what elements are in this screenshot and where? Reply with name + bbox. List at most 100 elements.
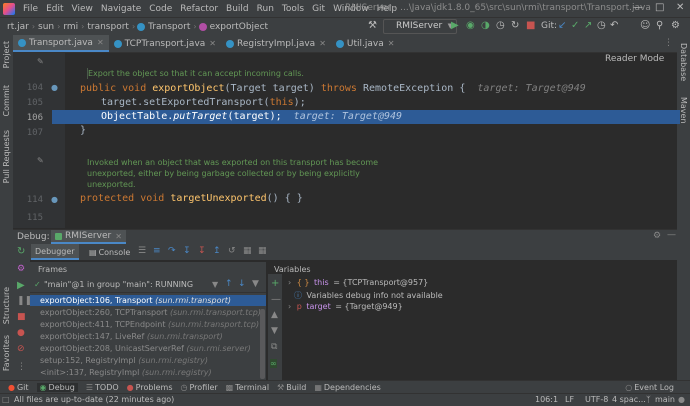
add-watch-icon[interactable]: +	[271, 278, 279, 289]
list-item[interactable]: exportObject:106, Transport (sun.rmi.tra…	[30, 295, 266, 306]
menu-build[interactable]: Build	[222, 4, 253, 14]
git-commit-icon[interactable]: ✓	[571, 20, 579, 31]
close-icon[interactable]: ✕	[319, 39, 326, 48]
minimize-icon[interactable]: —	[633, 2, 643, 13]
stop-icon[interactable]: ■	[17, 312, 26, 322]
step-over-icon[interactable]: ↷	[168, 246, 176, 256]
rerun-icon[interactable]: ↻	[511, 20, 519, 31]
mute-breakpoints-icon[interactable]: ⊘	[17, 344, 25, 354]
menu-git[interactable]: Git	[308, 4, 329, 14]
menu-refactor[interactable]: Refactor	[176, 4, 222, 14]
crumb-class[interactable]: Transport	[147, 22, 191, 32]
pull-requests-tool-button[interactable]: Pull Requests	[2, 130, 11, 183]
close-icon[interactable]: ✕	[388, 39, 395, 48]
user-icon[interactable]: ☺	[640, 20, 650, 31]
view-breakpoints-icon[interactable]: ●	[17, 328, 25, 338]
lock-icon[interactable]: ●	[678, 395, 685, 404]
run-config-select[interactable]: RMIServer ▼	[383, 19, 457, 34]
commit-tool-button[interactable]: Commit	[2, 85, 11, 116]
modify-run-config-icon[interactable]: ⚙	[17, 264, 25, 274]
crumb-rt-jar[interactable]: rt.jar	[6, 22, 30, 32]
tool-build[interactable]: ⚒ Build	[277, 383, 306, 392]
list-item[interactable]: setup:152, RegistryImpl (sun.rmi.registr…	[30, 355, 266, 366]
hammer-icon[interactable]: ⚒	[368, 20, 377, 31]
git-push-icon[interactable]: ↗	[584, 20, 592, 31]
git-branch[interactable]: main	[655, 395, 675, 404]
force-step-into-icon[interactable]: ↧	[198, 246, 206, 256]
menu-run[interactable]: Run	[253, 4, 278, 14]
favorites-tool-button[interactable]: Favorites	[2, 335, 11, 371]
git-update-icon[interactable]: ↙	[558, 20, 566, 31]
tab-console[interactable]: ▤ Console	[85, 244, 134, 260]
tab-registryimpl-java[interactable]: RegistryImpl.java ✕	[221, 35, 331, 52]
indent-setting[interactable]: 4 spac...	[612, 395, 646, 404]
arrow-up-icon[interactable]: ↑	[225, 279, 233, 289]
file-encoding[interactable]: UTF-8	[585, 395, 608, 404]
implements-gutter-icon[interactable]: ●	[51, 195, 58, 204]
list-item[interactable]: <init>:137, RegistryImpl (sun.rmi.regist…	[30, 367, 266, 378]
git-rollback-icon[interactable]: ↶	[610, 20, 618, 31]
project-tool-button[interactable]: Project	[2, 41, 11, 68]
maximize-icon[interactable]: □	[655, 2, 664, 13]
tool-git[interactable]: ● Git	[8, 383, 29, 392]
menu-navigate[interactable]: Navigate	[97, 4, 145, 14]
close-icon[interactable]: ✕	[115, 232, 122, 241]
tool-todo[interactable]: ☰ TODO	[86, 383, 119, 392]
caret-position[interactable]: 106:1	[535, 395, 558, 404]
implements-gutter-icon[interactable]: ●	[51, 83, 58, 92]
step-out-icon[interactable]: ↥	[213, 246, 221, 256]
tool-dependencies[interactable]: ▦ Dependencies	[314, 383, 381, 392]
tab-util-java[interactable]: Util.java ✕	[331, 35, 400, 52]
tool-profiler[interactable]: ◷ Profiler	[181, 383, 218, 392]
copy-icon[interactable]: ⧉	[271, 342, 277, 352]
minimize-panel-icon[interactable]: —	[667, 230, 676, 240]
thread-select[interactable]: ✓ "main"@1 in group "main": RUNNING ▼ ↑ …	[30, 279, 266, 293]
structure-tool-button[interactable]: Structure	[2, 287, 11, 324]
edit-doc-icon[interactable]: ✎	[37, 57, 44, 66]
stop-icon[interactable]: ■	[526, 20, 535, 31]
close-icon[interactable]: ✕	[209, 39, 216, 48]
settings-icon[interactable]: ⚙	[653, 231, 661, 241]
arrow-down-icon[interactable]: ▼	[271, 326, 278, 336]
tabs-menu-icon[interactable]: ⋮	[664, 35, 677, 52]
close-window-icon[interactable]: ✕	[676, 2, 684, 13]
menu-tools[interactable]: Tools	[278, 4, 308, 14]
tab-debugger[interactable]: Debugger	[31, 244, 79, 260]
tab-transport-java[interactable]: Transport.java ✕	[13, 35, 109, 52]
tool-debug[interactable]: ◉ Debug	[36, 383, 78, 392]
table-icon[interactable]: ▦	[258, 246, 267, 256]
menu-view[interactable]: View	[68, 4, 97, 14]
reader-mode-button[interactable]: Reader Mode	[605, 54, 664, 64]
crumb-method[interactable]: exportObject	[209, 22, 269, 32]
more-icon[interactable]: ⋮	[17, 362, 26, 372]
watches-icon[interactable]: ∞	[270, 359, 277, 368]
search-icon[interactable]: ⚲	[656, 20, 663, 31]
step-into-icon[interactable]: ↧	[183, 246, 191, 256]
edit-doc-icon[interactable]: ✎	[37, 156, 44, 165]
maven-tool-button[interactable]: Maven	[679, 97, 688, 124]
coverage-icon[interactable]: ◑	[481, 20, 490, 31]
tool-event-log[interactable]: ○ Event Log	[625, 383, 674, 392]
list-item[interactable]: exportObject:411, TCPEndpoint (sun.rmi.t…	[30, 319, 266, 330]
frames-scrollbar[interactable]	[260, 309, 265, 379]
crumb-transport[interactable]: transport	[86, 22, 130, 32]
run-icon[interactable]: ▶	[451, 20, 459, 31]
menu-code[interactable]: Code	[145, 4, 176, 14]
show-execution-point-icon[interactable]: ≡	[153, 246, 161, 256]
tool-problems[interactable]: ● Problems	[127, 383, 173, 392]
list-item[interactable]: exportObject:147, LiveRef (sun.rmi.trans…	[30, 331, 266, 342]
database-tool-button[interactable]: Database	[679, 43, 688, 81]
variable-row-this[interactable]: › { } this = {TCPTransport@957}	[288, 278, 428, 287]
crumb-rmi[interactable]: rmi	[62, 22, 79, 32]
filter-icon[interactable]: ▼	[252, 279, 259, 289]
tool-terminal[interactable]: ▩ Terminal	[226, 383, 269, 392]
profile-icon[interactable]: ◷	[496, 20, 505, 31]
settings-icon[interactable]: ⚙	[671, 20, 680, 31]
arrow-down-icon[interactable]: ↓	[238, 279, 246, 289]
git-history-icon[interactable]: ◷	[597, 20, 606, 31]
arrow-up-icon[interactable]: ▲	[271, 310, 278, 320]
tab-tcptransport-java[interactable]: TCPTransport.java ✕	[109, 35, 221, 52]
resume-icon[interactable]: ▶	[17, 280, 25, 291]
list-item[interactable]: exportObject:208, UnicastServerRef (sun.…	[30, 343, 266, 354]
variable-row-target[interactable]: › p target = {Target@949}	[288, 302, 403, 311]
